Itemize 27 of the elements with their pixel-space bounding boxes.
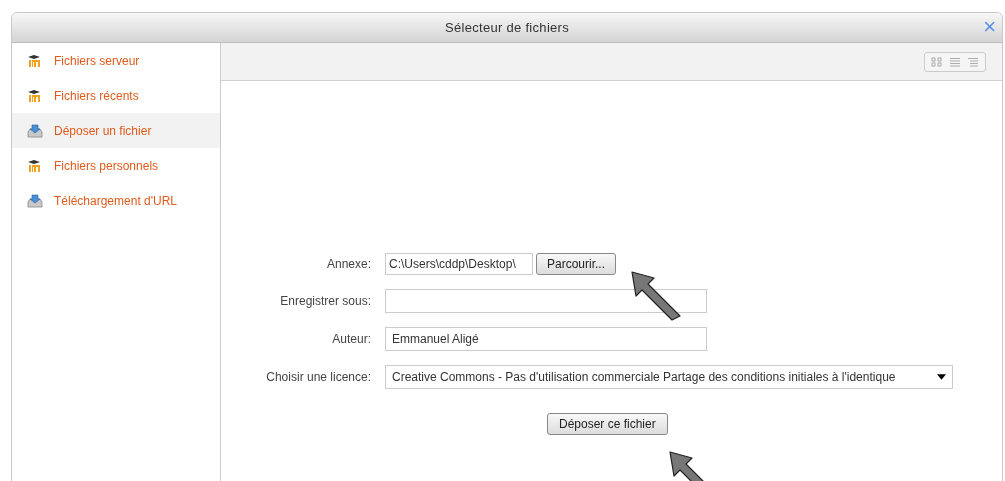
graduation-cap-icon [27,158,43,173]
graduation-cap-icon [27,53,43,68]
text-field[interactable]: Emmanuel Aligé [385,327,707,351]
browse-button[interactable]: Parcourir... [536,253,617,275]
file-path-field[interactable]: C:\Users\cddp\Desktop\ [385,253,533,275]
graduation-cap-icon [27,88,43,103]
sidebar-item[interactable]: Fichiers personnels [12,148,220,183]
text-field[interactable] [385,289,707,313]
grid-view-icon[interactable] [931,56,943,67]
sidebar-item[interactable]: Fichiers récents [12,78,220,113]
sidebar-item[interactable]: Déposer un fichier [12,113,220,148]
upload-file-button[interactable]: Déposer ce fichier [547,413,668,435]
arrow [630,270,682,322]
upload-tray-icon [27,193,43,208]
close-button[interactable]: × [981,17,998,37]
sidebar-item[interactable]: Fichiers serveur [12,43,220,78]
upload-tray-icon [27,123,43,138]
tree-view-icon[interactable] [967,56,979,67]
window-title: Sélecteur de fichiers [444,20,570,35]
caret-icon [937,374,946,380]
field-label: Auteur: [332,332,371,346]
field-label: Annexe: [326,257,371,271]
list-view-icon[interactable] [949,56,961,67]
field-label: Enregistrer sous: [280,294,371,308]
field-label: Choisir une licence: [266,370,371,384]
sidebar-item[interactable]: Téléchargement d'URL [12,183,220,218]
license-dropdown[interactable]: Creative Commons - Pas d'utilisation commerciale Partage des conditions initiales à l'identique [385,365,953,389]
